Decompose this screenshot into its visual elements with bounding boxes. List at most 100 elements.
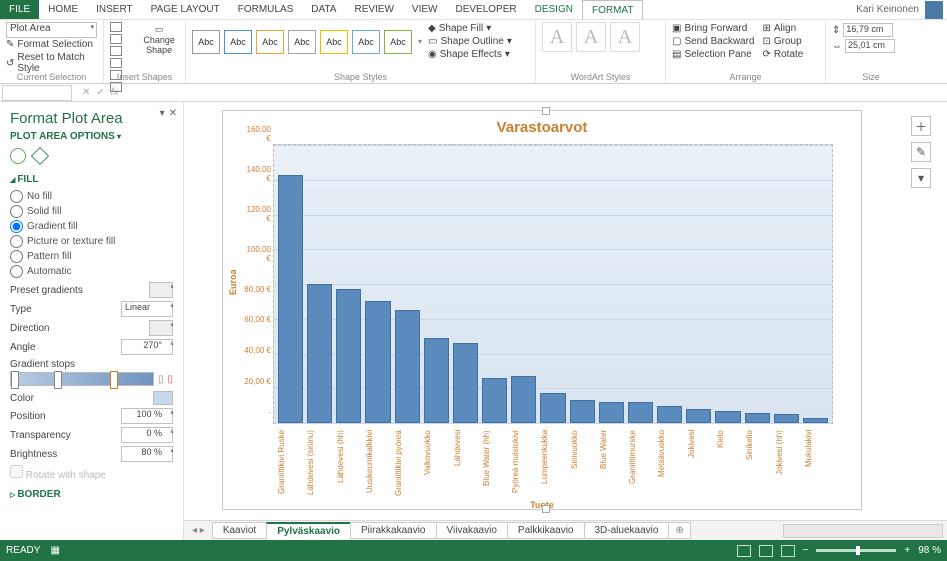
width-input[interactable]: ⇔ 25,01 cm <box>832 38 910 54</box>
sheet-tab-pylvaskaavio[interactable]: Pylväskaavio <box>266 522 351 540</box>
transparency-input[interactable]: 0 % <box>121 427 173 443</box>
chart-filters-button[interactable]: ▾ <box>911 168 931 188</box>
horizontal-scrollbar[interactable] <box>783 524 943 538</box>
worksheet-canvas[interactable]: Varastoarvot Euroa 160,00 €140,00 €120,0… <box>184 102 947 540</box>
shape-outline-button[interactable]: ▭ Shape Outline ▾ <box>428 35 512 48</box>
position-input[interactable]: 100 % <box>121 408 173 424</box>
shape-style-gallery[interactable]: Abc Abc Abc Abc Abc Abc Abc <box>192 30 412 54</box>
wordart-gallery[interactable]: A A A <box>542 22 659 52</box>
bar[interactable] <box>453 343 478 423</box>
wordart-preset[interactable]: A <box>576 22 606 52</box>
rotate-button[interactable]: ⟳ Rotate <box>763 48 804 61</box>
chart-elements-button[interactable]: ＋ <box>911 116 931 136</box>
x-axis-label[interactable]: Tuote <box>223 500 861 510</box>
tab-format[interactable]: FORMAT <box>582 0 643 19</box>
style-preset[interactable]: Abc <box>224 30 252 54</box>
style-preset[interactable]: Abc <box>192 30 220 54</box>
bar[interactable] <box>745 413 770 423</box>
bar[interactable] <box>628 402 653 423</box>
plot-area[interactable] <box>273 144 833 424</box>
view-normal-button[interactable] <box>737 545 751 557</box>
bar[interactable] <box>570 400 595 423</box>
bar[interactable] <box>424 338 449 423</box>
shape-fill-button[interactable]: ◆ Shape Fill ▾ <box>428 22 512 35</box>
zoom-slider[interactable] <box>816 549 896 552</box>
shape-effects-button[interactable]: ◉ Shape Effects ▾ <box>428 48 512 61</box>
data-series[interactable] <box>274 145 832 423</box>
angle-input[interactable]: 270° <box>121 339 173 355</box>
fill-section[interactable]: FILL <box>10 174 173 185</box>
bar[interactable] <box>540 393 565 423</box>
bar[interactable] <box>803 418 828 423</box>
tab-design[interactable]: DESIGN <box>526 0 582 19</box>
bar[interactable] <box>686 409 711 423</box>
style-preset[interactable]: Abc <box>384 30 412 54</box>
border-section[interactable]: BORDER <box>10 489 173 500</box>
bar[interactable] <box>715 411 740 423</box>
bar[interactable] <box>599 402 624 423</box>
bar[interactable] <box>336 289 361 423</box>
tab-data[interactable]: DATA <box>302 0 345 19</box>
radio-picture-fill[interactable]: Picture or texture fill <box>10 234 173 249</box>
tab-page-layout[interactable]: PAGE LAYOUT <box>142 0 229 19</box>
zoom-in-button[interactable]: + <box>904 545 910 556</box>
view-page-break-button[interactable] <box>781 545 795 557</box>
sheet-tab-piirakkakaavio[interactable]: Piirakkakaavio <box>350 522 436 539</box>
bar[interactable] <box>395 310 420 423</box>
y-axis-label[interactable]: Euroa <box>228 269 238 295</box>
send-backward-button[interactable]: ▢ Send Backward <box>672 35 755 48</box>
wordart-preset[interactable]: A <box>610 22 640 52</box>
style-preset[interactable]: Abc <box>352 30 380 54</box>
height-input[interactable]: ⇕ 16,79 cm <box>832 22 910 38</box>
group-button[interactable]: ⊡ Group <box>763 35 804 48</box>
bar[interactable] <box>482 378 507 423</box>
sheet-tab-viivakaavio[interactable]: Viivakaavio <box>436 522 508 539</box>
pane-options-dropdown[interactable]: PLOT AREA OPTIONS <box>10 131 173 142</box>
bar[interactable] <box>278 175 303 423</box>
gallery-more-icon[interactable]: ▾ <box>418 37 422 46</box>
cancel-icon[interactable]: ✕ <box>82 87 90 98</box>
enter-icon[interactable]: ✓ <box>96 87 104 98</box>
style-preset[interactable]: Abc <box>320 30 348 54</box>
sheet-tab-palkkikaavio[interactable]: Palkkikaavio <box>507 522 585 539</box>
chart-object[interactable]: Varastoarvot Euroa 160,00 €140,00 €120,0… <box>222 110 862 510</box>
tab-formulas[interactable]: FORMULAS <box>229 0 303 19</box>
fill-line-tab-icon[interactable] <box>10 148 26 164</box>
radio-solid-fill[interactable]: Solid fill <box>10 204 173 219</box>
zoom-out-button[interactable]: − <box>803 545 809 556</box>
gradient-stops-slider[interactable] <box>10 372 154 386</box>
tab-file[interactable]: FILE <box>0 0 39 19</box>
radio-automatic[interactable]: Automatic <box>10 264 173 279</box>
chart-element-dropdown[interactable]: Plot Area <box>6 22 97 38</box>
bar[interactable] <box>307 284 332 423</box>
add-stop-button[interactable]: ▯ <box>158 374 164 385</box>
view-page-layout-button[interactable] <box>759 545 773 557</box>
preset-gradients-picker[interactable] <box>149 282 173 298</box>
name-box[interactable] <box>2 85 72 101</box>
format-selection-button[interactable]: ✎Format Selection <box>6 38 97 51</box>
direction-picker[interactable] <box>149 320 173 336</box>
bar[interactable] <box>774 414 799 423</box>
sheet-nav-arrows[interactable]: ◂ ▸ <box>184 525 213 536</box>
radio-gradient-fill[interactable]: Gradient fill <box>10 219 173 234</box>
sheet-tab-3d-aluekaavio[interactable]: 3D-aluekaavio <box>584 522 670 539</box>
bar[interactable] <box>511 376 536 423</box>
gradient-type-dropdown[interactable]: Linear <box>121 301 173 317</box>
tab-home[interactable]: HOME <box>39 0 87 19</box>
chart-title[interactable]: Varastoarvot <box>223 111 861 140</box>
bring-forward-button[interactable]: ▣ Bring Forward <box>672 22 755 35</box>
color-picker[interactable] <box>153 391 173 405</box>
sheet-tab-kaaviot[interactable]: Kaaviot <box>212 522 267 539</box>
radio-no-fill[interactable]: No fill <box>10 189 173 204</box>
pane-close-button[interactable]: ▾✕ <box>156 108 177 119</box>
rotate-with-shape-checkbox[interactable] <box>10 465 23 478</box>
zoom-level[interactable]: 98 % <box>918 545 941 556</box>
bar[interactable] <box>365 301 390 423</box>
chart-styles-button[interactable]: ✎ <box>911 142 931 162</box>
add-sheet-button[interactable]: ⊕ <box>668 522 690 539</box>
user-avatar-icon[interactable] <box>925 1 943 19</box>
align-button[interactable]: ⊞ Align <box>763 22 804 35</box>
radio-pattern-fill[interactable]: Pattern fill <box>10 249 173 264</box>
tab-view[interactable]: VIEW <box>403 0 447 19</box>
bar[interactable] <box>657 406 682 423</box>
